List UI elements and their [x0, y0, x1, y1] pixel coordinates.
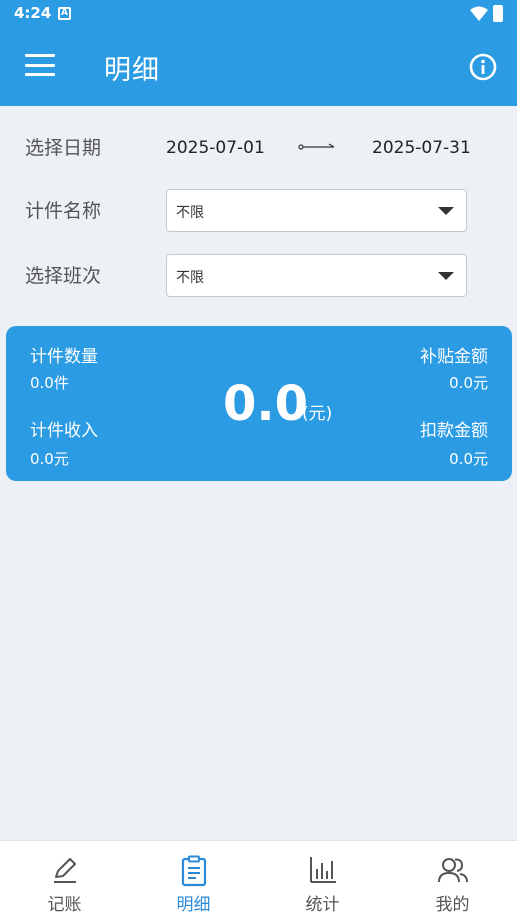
shift-select-value: 不限 [176, 270, 204, 286]
hamburger-menu-icon[interactable] [25, 54, 55, 78]
subsidy-value: 0.0元 [449, 374, 488, 392]
tab-details[interactable]: 明细 [129, 841, 258, 921]
dropdown-caret-icon [438, 272, 454, 280]
date-filter-row: 选择日期 2025-07-01 2025-07-31 [0, 126, 517, 170]
users-icon [437, 858, 468, 883]
app-bar: 明细 [0, 28, 517, 106]
tab-profile-label: 我的 [435, 895, 470, 915]
date-filter-label: 选择日期 [25, 137, 102, 159]
start-date[interactable]: 2025-07-01 [166, 126, 265, 170]
summary-card: 计件数量 0.0件 计件收入 0.0元 0.0 (元) 补贴金额 0.0元 扣款… [6, 326, 512, 481]
dropdown-caret-icon [438, 207, 454, 215]
bottom-tab-bar: 记账 明细 统计 我的 [0, 840, 517, 921]
info-icon[interactable] [469, 53, 497, 81]
total-amount: 0.0 [223, 376, 309, 432]
battery-icon [493, 5, 503, 22]
end-date[interactable]: 2025-07-31 [372, 126, 471, 170]
bar-chart-icon [309, 857, 336, 883]
deduction-label: 扣款金额 [420, 421, 488, 441]
tab-details-label: 明细 [176, 895, 211, 915]
notification-icon: A [58, 7, 71, 20]
status-time: 4:24 [14, 4, 52, 22]
wifi-icon [470, 6, 488, 21]
tab-bookkeeping-label: 记账 [47, 895, 82, 915]
piece-income-label: 计件收入 [30, 421, 98, 441]
subsidy-label: 补贴金额 [420, 347, 488, 367]
tab-statistics[interactable]: 统计 [258, 841, 387, 921]
tab-profile[interactable]: 我的 [388, 841, 517, 921]
piece-count-label: 计件数量 [30, 347, 98, 367]
status-bar: 4:24 A [0, 0, 517, 28]
clipboard-icon [181, 855, 206, 887]
page-title: 明细 [104, 55, 160, 86]
shift-filter-row: 选择班次 不限 [0, 254, 517, 298]
shift-select[interactable]: 不限 [166, 254, 467, 297]
shift-filter-label: 选择班次 [25, 265, 102, 287]
piece-income-value: 0.0元 [30, 450, 69, 468]
date-range-arrow-icon [298, 143, 335, 150]
item-name-filter-row: 计件名称 不限 [0, 189, 517, 233]
item-name-select-value: 不限 [176, 205, 204, 221]
pencil-icon [53, 858, 76, 883]
deduction-value: 0.0元 [449, 450, 488, 468]
tab-bookkeeping[interactable]: 记账 [0, 841, 129, 921]
item-name-filter-label: 计件名称 [25, 200, 102, 222]
piece-count-value: 0.0件 [30, 374, 69, 392]
total-unit: (元) [302, 404, 333, 424]
item-name-select[interactable]: 不限 [166, 189, 467, 232]
tab-statistics-label: 统计 [305, 895, 340, 915]
